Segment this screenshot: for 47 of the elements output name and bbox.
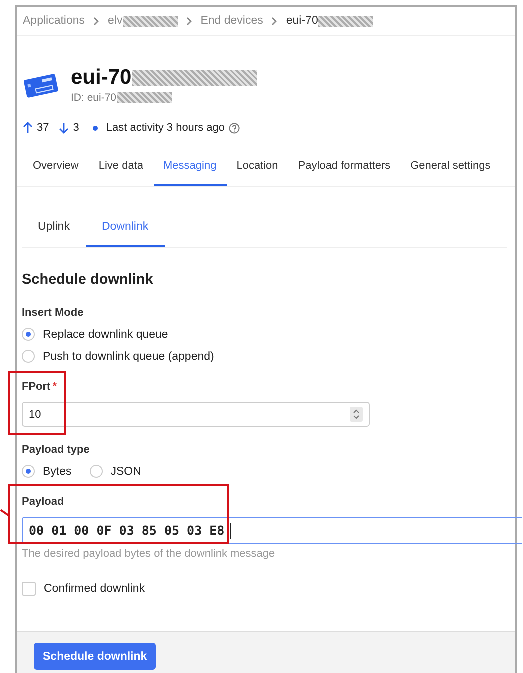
field-label: FPort — [22, 381, 51, 393]
spinner-icon — [350, 407, 363, 422]
chevron-icon — [271, 16, 278, 26]
fport-field[interactable]: 10 — [22, 402, 370, 427]
radio-button[interactable] — [22, 465, 35, 478]
down-arrow-icon — [59, 122, 70, 134]
help-icon — [229, 122, 240, 134]
field-label: Insert Mode — [22, 307, 85, 319]
chevron-icon — [93, 16, 100, 26]
last-activity: Last activity 3 hours ago — [106, 122, 225, 134]
field-label: Payload type — [22, 444, 91, 456]
radio-label: Push to downlink queue (append) — [43, 350, 214, 362]
required-mark: * — [52, 381, 58, 393]
tab[interactable]: Location — [226, 150, 288, 186]
radio-button[interactable] — [22, 328, 35, 341]
schedule-downlink-button[interactable]: Schedule downlink — [34, 643, 156, 670]
tab[interactable]: Messaging — [154, 150, 227, 186]
device-title: eui-70 — [71, 66, 132, 90]
form-title: Schedule downlink — [22, 272, 154, 288]
radio-label: Bytes — [43, 466, 72, 478]
tab[interactable]: General settings — [400, 150, 501, 186]
downlink-count: 3 — [73, 122, 80, 134]
radio-label: JSON — [110, 466, 142, 478]
tab[interactable]: Overview — [23, 150, 89, 186]
radio-button[interactable] — [90, 465, 103, 478]
radio-label: Replace downlink queue — [43, 328, 168, 340]
uplink-count: 37 — [37, 122, 50, 134]
device-id: ID: eui-70 — [71, 92, 117, 104]
tab[interactable]: Downlink — [86, 221, 165, 247]
tab[interactable]: Uplink — [22, 221, 86, 247]
checkbox[interactable] — [22, 582, 36, 596]
radio-button[interactable] — [22, 350, 35, 363]
device-icon — [23, 71, 59, 99]
field-label: Payload — [22, 496, 66, 508]
chevron-icon — [186, 16, 193, 26]
tab[interactable]: Live data — [88, 150, 154, 186]
checkbox-label: Confirmed downlink — [44, 583, 145, 595]
breadcrumb-link[interactable]: eui-70 — [286, 15, 318, 27]
breadcrumb-link[interactable]: Applications — [23, 15, 86, 27]
breadcrumb-link[interactable]: elv — [108, 15, 123, 27]
tab[interactable]: Payload formatters — [288, 150, 401, 186]
payload-field[interactable]: 00 01 00 0F 03 85 05 03 E8 — [22, 517, 522, 544]
redaction-mark — [116, 92, 172, 102]
status-dot — [93, 126, 98, 130]
field-hint: The desired payload bytes of the downlink message — [22, 548, 276, 560]
up-arrow-icon — [23, 122, 33, 134]
breadcrumb-link[interactable]: End devices — [200, 15, 264, 27]
